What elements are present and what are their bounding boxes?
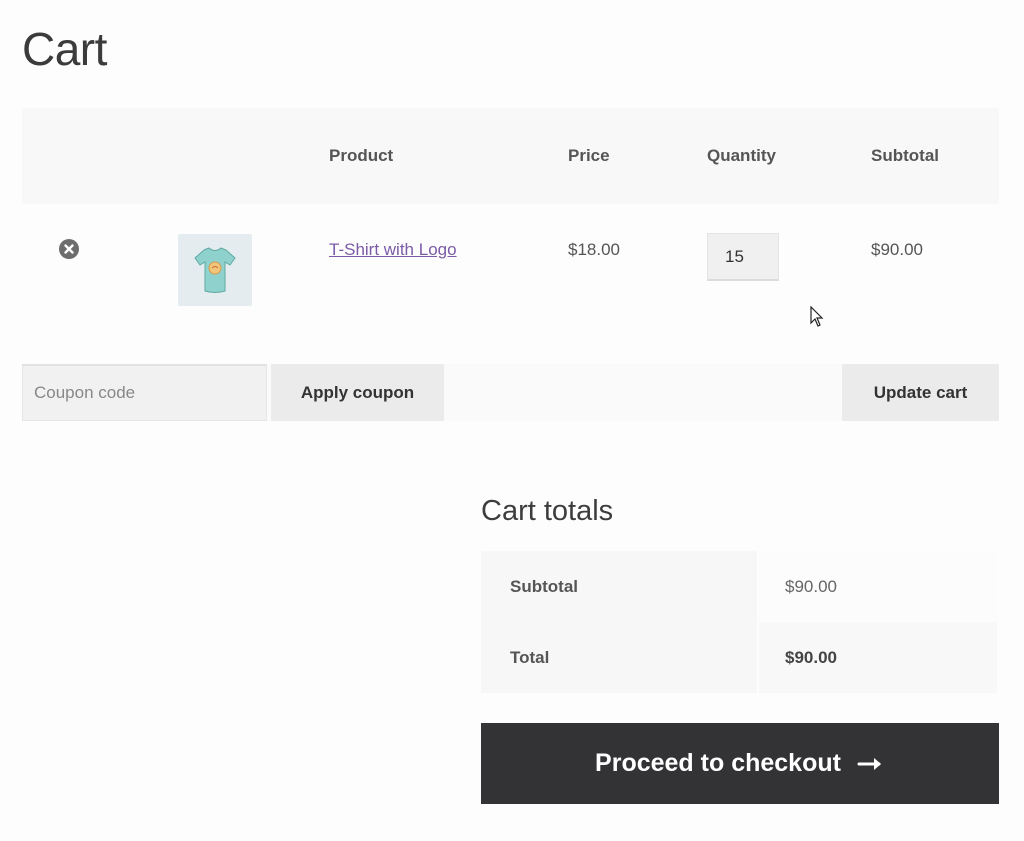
cart-actions: Coupon code Apply coupon Update cart [22,364,999,421]
remove-circle-icon[interactable] [59,239,79,259]
header-product: Product [329,146,394,165]
update-cart-button[interactable]: Update cart [842,364,999,421]
proceed-to-checkout-button[interactable]: Proceed to checkout [481,723,999,804]
tshirt-icon [194,247,236,293]
mouse-cursor-icon [810,306,824,327]
arrow-right-icon [857,757,881,770]
header-quantity: Quantity [707,146,776,165]
subtotal-label: Subtotal [481,551,757,622]
cart-table: Product Price Quantity Subtotal T-Shirt … [22,108,999,354]
quantity-input[interactable]: 15 [707,233,779,281]
item-price: $18.00 [568,240,620,259]
item-subtotal: $90.00 [871,240,923,259]
totals-row-subtotal: Subtotal $90.00 [481,551,997,622]
coupon-input[interactable]: Coupon code [22,364,267,421]
total-label: Total [481,622,757,693]
table-row: T-Shirt with Logo $18.00 15 $90.00 [22,204,999,354]
product-thumbnail[interactable] [178,234,252,306]
apply-coupon-button[interactable]: Apply coupon [271,364,444,421]
header-price: Price [568,146,610,165]
cart-totals-title: Cart totals [481,495,614,527]
subtotal-value: $90.00 [759,551,997,622]
product-link[interactable]: T-Shirt with Logo [329,240,457,260]
cart-page: Cart Product Price Quantity Subtotal T-S [0,0,1024,841]
checkout-label: Proceed to checkout [595,749,841,777]
total-value: $90.00 [759,622,997,693]
totals-row-total: Total $90.00 [481,622,997,693]
page-title: Cart [22,23,107,75]
cart-table-header: Product Price Quantity Subtotal [22,108,999,204]
header-subtotal: Subtotal [871,146,939,165]
cart-totals-table: Subtotal $90.00 Total $90.00 [481,551,997,693]
